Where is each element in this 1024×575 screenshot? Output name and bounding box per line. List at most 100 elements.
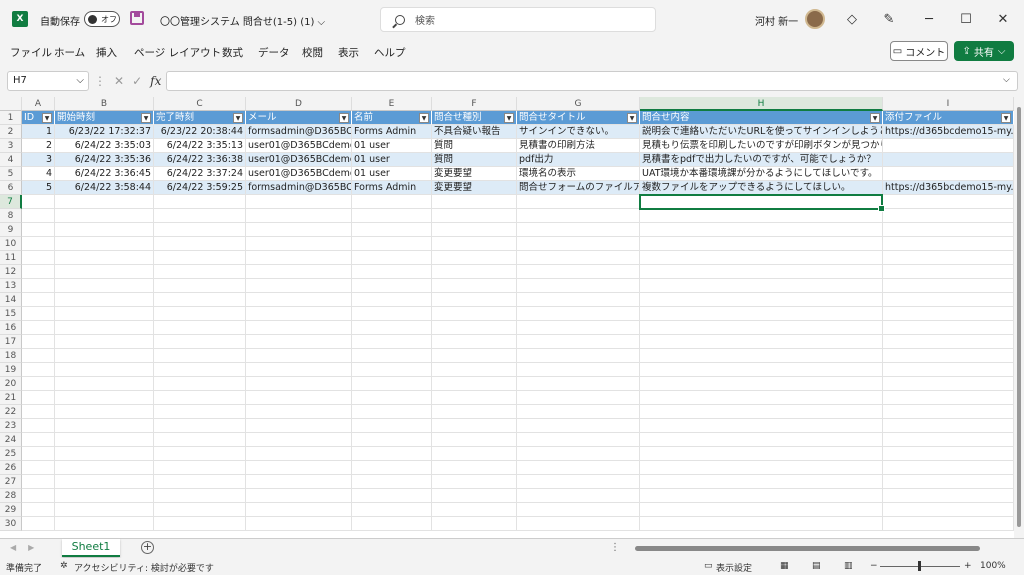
table-cell[interactable] [883,167,1014,181]
grid-cell[interactable] [246,391,352,405]
scroll-thumb[interactable] [1017,107,1021,527]
grid-cell[interactable] [432,223,517,237]
grid-cell[interactable] [55,223,154,237]
grid-cell[interactable] [883,335,1014,349]
grid-cell[interactable] [352,237,432,251]
row-header[interactable]: 13 [0,279,22,293]
row-header[interactable]: 6 [0,181,22,195]
table-cell[interactable]: 6/24/22 3:58:44 [55,181,154,195]
table-cell[interactable]: 不具合疑い報告 [432,125,517,139]
grid-cell[interactable] [517,419,640,433]
grid-cell[interactable] [883,293,1014,307]
name-box[interactable]: H7 ⌵ [7,71,89,91]
zoom-level[interactable]: 100% [980,561,1006,571]
table-cell[interactable]: Forms Admin [352,125,432,139]
menu-formulas[interactable]: 数式 [222,45,243,60]
grid-cell[interactable] [883,503,1014,517]
grid-cell[interactable] [640,223,883,237]
table-header-cell[interactable]: 問合せ種別 ▼ [432,111,517,125]
grid-cell[interactable] [55,293,154,307]
filter-dropdown-icon[interactable]: ▼ [233,113,243,123]
user-name[interactable]: 河村 新一 [755,13,798,28]
grid-cell[interactable] [517,405,640,419]
grid-cell[interactable] [22,419,55,433]
grid-cell[interactable] [22,461,55,475]
grid-cell[interactable] [22,251,55,265]
grid-cell[interactable] [517,279,640,293]
page-layout-view-icon[interactable]: ▤ [812,561,821,571]
row-header[interactable]: 22 [0,405,22,419]
row-header[interactable]: 10 [0,237,22,251]
enter-icon[interactable]: ✓ [132,74,142,88]
table-cell[interactable]: https://d365bcdemo15-my.sharepoint.com [883,181,1014,195]
column-header[interactable]: E [352,97,432,111]
grid-cell[interactable] [55,475,154,489]
grid-cell[interactable] [246,419,352,433]
grid-cell[interactable] [640,237,883,251]
grid-cell[interactable] [432,237,517,251]
grid-cell[interactable] [154,391,246,405]
grid-cell[interactable] [22,293,55,307]
accessibility-icon[interactable]: ✲ [60,561,68,571]
grid-cell[interactable] [517,265,640,279]
column-header[interactable]: I [883,97,1014,111]
grid-cell[interactable] [517,461,640,475]
fx-icon[interactable]: fx [150,74,161,88]
grid-cell[interactable] [432,349,517,363]
grid-cell[interactable] [246,195,352,209]
grid-cell[interactable] [22,223,55,237]
table-cell[interactable]: サインインできない。 [517,125,640,139]
grid-cell[interactable] [352,363,432,377]
grid-cell[interactable] [55,349,154,363]
add-sheet-button[interactable]: + [141,541,154,554]
grid-cell[interactable] [640,377,883,391]
grid-cell[interactable] [352,377,432,391]
row-header[interactable]: 18 [0,349,22,363]
grid-cell[interactable] [246,209,352,223]
column-header[interactable]: H [640,97,883,111]
grid-cell[interactable] [640,195,883,209]
grid-cell[interactable] [517,237,640,251]
grid-cell[interactable] [883,489,1014,503]
grid-cell[interactable] [352,265,432,279]
row-header[interactable]: 26 [0,461,22,475]
grid-cell[interactable] [883,265,1014,279]
row-header[interactable]: 12 [0,265,22,279]
grid-cell[interactable] [55,433,154,447]
grid-cell[interactable] [640,447,883,461]
menu-data[interactable]: データ [258,45,290,60]
grid-cell[interactable] [22,265,55,279]
grid-cell[interactable] [883,405,1014,419]
table-cell[interactable]: 2 [22,139,55,153]
grid-cell[interactable] [246,237,352,251]
grid-cell[interactable] [154,475,246,489]
filter-dropdown-icon[interactable]: ▼ [141,113,151,123]
grid-cell[interactable] [883,461,1014,475]
column-header[interactable]: B [55,97,154,111]
grid-cell[interactable] [883,391,1014,405]
grid-cell[interactable] [432,307,517,321]
grid-cell[interactable] [432,209,517,223]
table-cell[interactable]: 説明会で連絡いただいたURLを使ってサインインしようとしましたが、エラーになりま… [640,125,883,139]
grid-cell[interactable] [55,419,154,433]
grid-cell[interactable] [517,475,640,489]
table-cell[interactable]: 見積書をpdfで出力したいのですが、可能でしょうか？（取引先にメールで送りたいの… [640,153,883,167]
table-cell[interactable]: 環境名の表示 [517,167,640,181]
grid-cell[interactable] [55,517,154,531]
table-cell[interactable]: 複数ファイルをアップできるようにしてほしい。 [640,181,883,195]
filter-dropdown-icon[interactable]: ▼ [42,113,52,123]
grid-cell[interactable] [640,335,883,349]
table-cell[interactable]: 変更要望 [432,181,517,195]
grid-cell[interactable] [883,419,1014,433]
grid-cell[interactable] [352,433,432,447]
grid-cell[interactable] [246,377,352,391]
grid-cell[interactable] [883,349,1014,363]
grid-cell[interactable] [22,363,55,377]
row-header[interactable]: 1 [0,111,22,125]
grid-cell[interactable] [154,447,246,461]
cancel-icon[interactable]: ✕ [114,74,124,88]
grid-cell[interactable] [154,335,246,349]
grid-cell[interactable] [432,265,517,279]
row-header[interactable]: 9 [0,223,22,237]
menu-help[interactable]: ヘルプ [374,45,406,60]
